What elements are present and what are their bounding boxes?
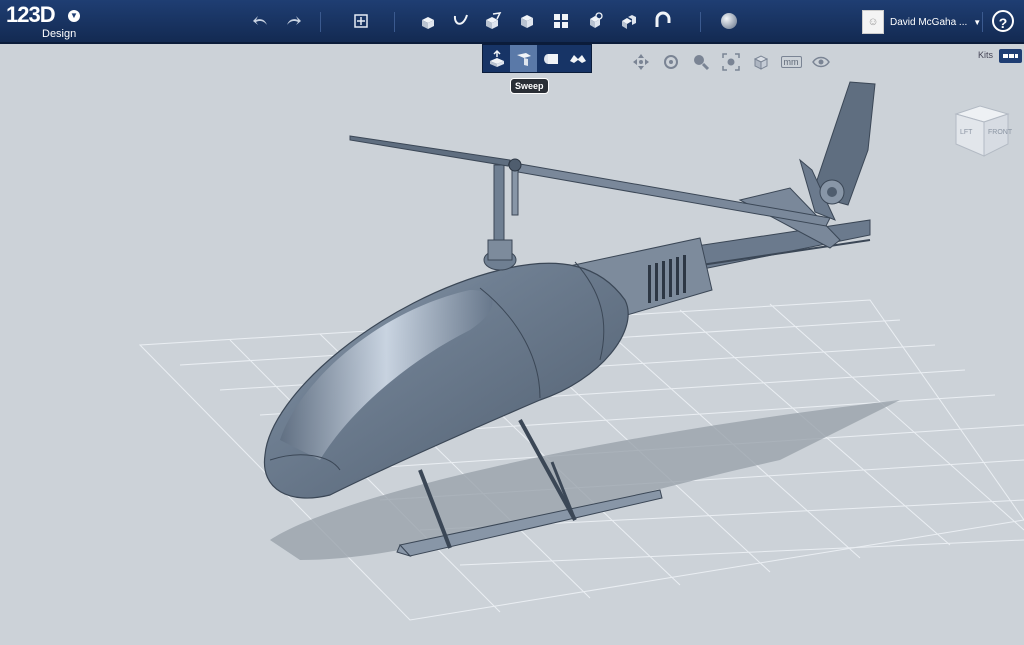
3d-viewport[interactable]: [0, 46, 1024, 640]
transform-icon: [354, 14, 368, 28]
view-cube-widget: LFT FRONT: [954, 105, 1013, 157]
transform-button[interactable]: [348, 8, 374, 34]
avatar: ☺: [862, 10, 884, 34]
snap-button[interactable]: [650, 8, 676, 34]
user-name: David McGaha ...: [890, 16, 968, 28]
app-logo[interactable]: 123D Design ▼: [6, 2, 80, 40]
toolbar-separator: [700, 12, 701, 32]
sketch-button[interactable]: [448, 8, 474, 34]
construct-button[interactable]: [480, 8, 506, 34]
grouping-button[interactable]: [582, 8, 608, 34]
toolbar-separator: [982, 12, 983, 32]
sketch-icon: [453, 14, 468, 25]
top-toolbar: 123D Design ▼ ☺ David McGaha ... ▼ ?: [0, 0, 1024, 44]
undo-button[interactable]: [248, 8, 274, 34]
modify-button[interactable]: [514, 8, 540, 34]
pattern-button[interactable]: [548, 8, 574, 34]
grouping-icon: [590, 12, 603, 28]
main-rotor-blade: [349, 135, 511, 167]
view-cube[interactable]: LFT FRONT: [950, 100, 1014, 164]
view-cube-front-label: FRONT: [988, 129, 1013, 136]
toolbar-separator: [394, 12, 395, 32]
combine-button[interactable]: [616, 8, 642, 34]
redo-button[interactable]: [280, 8, 306, 34]
combine-icon: [622, 15, 636, 29]
view-cube-left-label: LFT: [960, 129, 973, 136]
helicopter-model-scene: [138, 81, 1024, 621]
chevron-down-icon: ▼: [973, 17, 982, 27]
app-menu-icon[interactable]: ▼: [68, 10, 80, 22]
material-sphere-icon: [721, 13, 737, 29]
magnet-icon: [655, 11, 671, 27]
material-button[interactable]: [716, 8, 742, 34]
modify-icon: [521, 15, 533, 28]
user-account-menu[interactable]: ☺ David McGaha ... ▼: [862, 10, 981, 34]
pattern-icon: [554, 14, 568, 28]
help-button[interactable]: ?: [992, 10, 1014, 32]
construct-icon: [486, 12, 502, 29]
app-name: 123D: [6, 2, 56, 27]
redo-icon: [287, 16, 301, 25]
app-subtitle: Design: [42, 28, 77, 40]
primitives-icon: [422, 17, 434, 29]
primitives-button[interactable]: [416, 8, 442, 34]
toolbar-separator: [320, 12, 321, 32]
rotor-mast: [493, 164, 505, 241]
undo-icon: [253, 16, 267, 25]
